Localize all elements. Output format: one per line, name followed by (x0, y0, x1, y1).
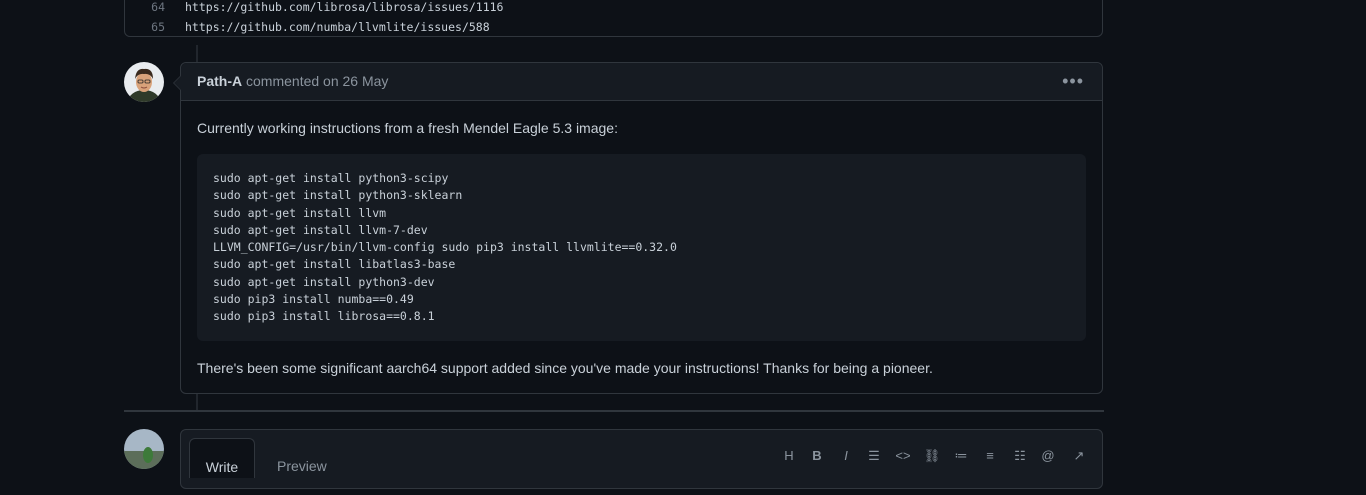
comment-outro: There's been some significant aarch64 su… (197, 360, 933, 376)
line-number[interactable]: 64 (125, 0, 165, 17)
task-list-icon[interactable]: ☷ (1010, 448, 1030, 464)
author-link[interactable]: Path-A (197, 73, 242, 89)
tab-preview[interactable]: Preview (277, 438, 327, 494)
code-line: sudo apt-get install python3-scipy (213, 171, 449, 185)
link-icon[interactable]: ⛓ (922, 448, 942, 464)
comment-card: Path-A commented on 26 May ••• Currently… (173, 62, 1103, 394)
code-line: 64 https://github.com/librosa/librosa/is… (125, 0, 1102, 17)
code-line: sudo pip3 install librosa==0.8.1 (213, 309, 435, 324)
line-number[interactable]: 65 (125, 17, 165, 37)
comment-intro: Currently working instructions from a fr… (197, 120, 618, 136)
italic-icon[interactable]: I (836, 448, 856, 463)
code-line: 65 https://github.com/numba/llvmlite/iss… (125, 17, 1102, 37)
tab-write[interactable]: Write (189, 438, 255, 478)
timeline-divider (124, 410, 1104, 412)
code-line: LLVM_CONFIG=/usr/bin/llvm-config sudo pi… (213, 240, 677, 255)
code-line: sudo apt-get install llvm-7-dev (213, 222, 428, 237)
comment-header: Path-A commented on 26 May ••• (181, 63, 1102, 101)
code-line: sudo apt-get install python3-dev (213, 274, 435, 289)
comment-editor: Write Preview H B I ☰ <> ⛓ ≔ ≡ ☷ @ ↗ (180, 429, 1103, 489)
code-line: sudo apt-get install libatlas3-base (213, 257, 456, 272)
code-text: https://github.com/librosa/librosa/issue… (185, 0, 504, 14)
code-line: sudo pip3 install numba==0.49 (213, 292, 414, 307)
code-line: sudo apt-get install llvm (213, 205, 387, 220)
current-user-avatar[interactable] (124, 429, 164, 469)
cross-reference-icon[interactable]: ↗ (1069, 448, 1089, 464)
unordered-list-icon[interactable]: ≔ (951, 448, 971, 464)
bold-icon[interactable]: B (807, 448, 827, 463)
code-icon[interactable]: <> (893, 448, 913, 463)
comment-timestamp[interactable]: commented on 26 May (246, 73, 388, 89)
author-avatar[interactable] (124, 62, 164, 102)
previous-code-block: 64 https://github.com/librosa/librosa/is… (124, 0, 1103, 37)
mention-icon[interactable]: @ (1038, 448, 1058, 463)
heading-icon[interactable]: H (779, 448, 799, 463)
timeline-connector (196, 394, 198, 410)
timeline-connector (196, 45, 198, 62)
code-text: https://github.com/numba/llvmlite/issues… (185, 20, 490, 34)
code-block: sudo apt-get install python3-scipy sudo … (197, 154, 1086, 341)
ordered-list-icon[interactable]: ≡ (980, 448, 1000, 463)
code-line: sudo apt-get install python3-sklearn (213, 188, 463, 203)
kebab-horizontal-icon[interactable]: ••• (1062, 63, 1084, 100)
quote-icon[interactable]: ☰ (864, 448, 884, 464)
